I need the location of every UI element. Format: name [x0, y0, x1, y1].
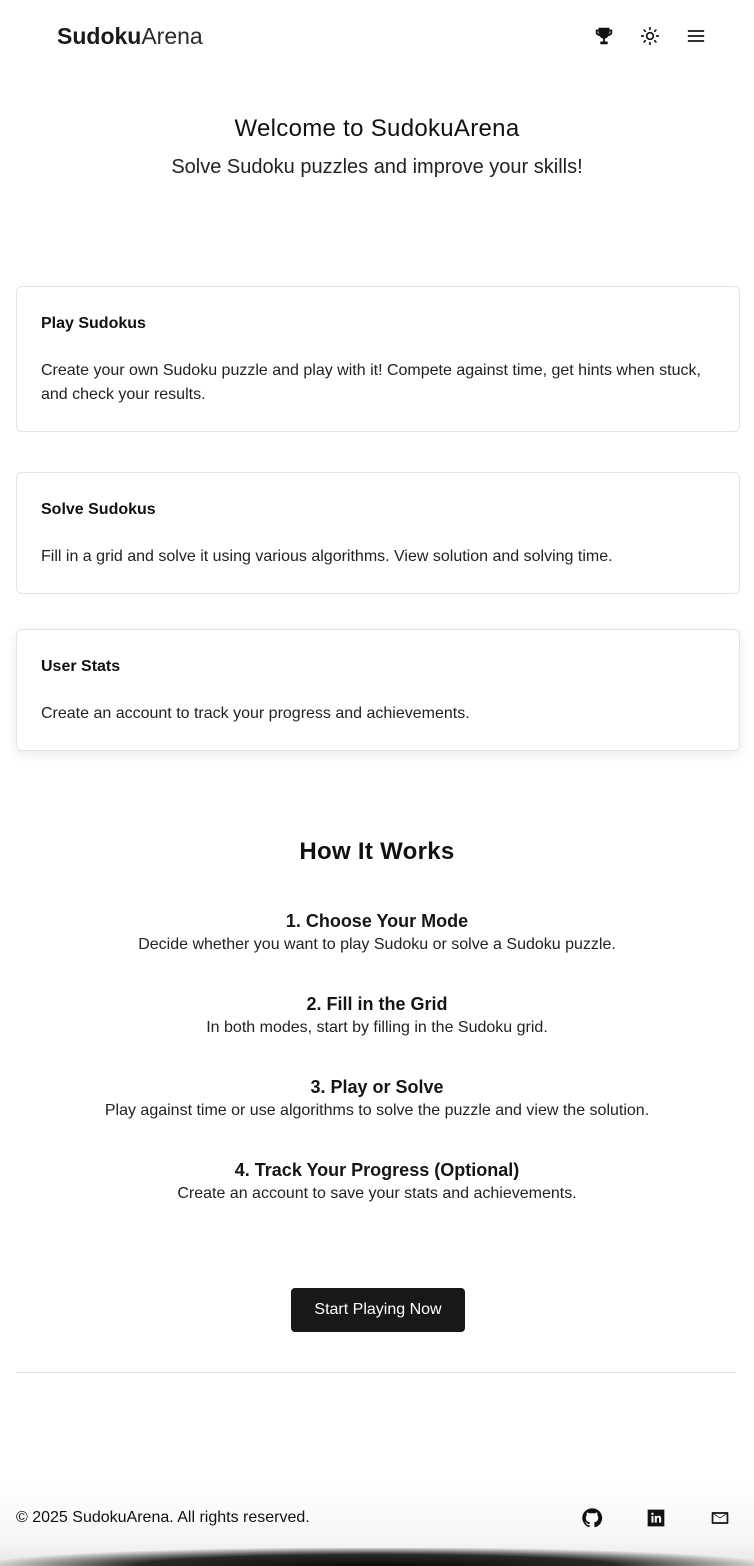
linkedin-link[interactable] — [644, 1506, 668, 1530]
hero-title: Welcome to SudokuArena — [234, 115, 520, 142]
linkedin-icon — [647, 1509, 665, 1527]
copyright-text: © 2025 SudokuArena. All rights reserved. — [16, 1509, 310, 1526]
sun-icon — [640, 26, 660, 46]
menu-icon — [687, 30, 705, 42]
menu-button[interactable] — [682, 22, 710, 50]
divider — [16, 1372, 736, 1373]
step-3: 3. Play or Solve Play against time or us… — [0, 1075, 754, 1122]
card-title: User Stats — [41, 658, 121, 675]
site-header: SudokuArena — [0, 0, 754, 72]
leaderboard-button[interactable] — [590, 22, 618, 50]
card-description: Fill in a grid and solve it using variou… — [41, 548, 613, 565]
step-title: 1. Choose Your Mode — [285, 911, 469, 931]
step-description: Play against time or use algorithms to s… — [104, 1102, 650, 1119]
card-title: Play Sudokus — [41, 315, 146, 332]
start-playing-button[interactable]: Start Playing Now — [291, 1288, 465, 1332]
email-link[interactable] — [708, 1506, 732, 1530]
logo[interactable]: SudokuArena — [57, 22, 203, 50]
footer-shadow — [0, 1548, 754, 1566]
card-play-sudokus[interactable]: Play Sudokus Create your own Sudoku puzz… — [16, 286, 740, 432]
logo-bold: Sudoku — [57, 23, 142, 49]
step-description: Decide whether you want to play Sudoku o… — [138, 936, 616, 953]
step-1: 1. Choose Your Mode Decide whether you w… — [0, 909, 754, 956]
mail-icon — [711, 1512, 729, 1524]
github-link[interactable] — [580, 1506, 604, 1530]
step-description: Create an account to save your stats and… — [177, 1185, 577, 1202]
step-title: 4. Track Your Progress (Optional) — [234, 1160, 520, 1180]
card-description: Create an account to track your progress… — [41, 705, 470, 722]
card-user-stats[interactable]: User Stats Create an account to track yo… — [16, 629, 740, 751]
step-description: In both modes, start by filling in the S… — [206, 1019, 548, 1036]
step-4: 4. Track Your Progress (Optional) Create… — [0, 1158, 754, 1205]
step-title: 3. Play or Solve — [310, 1077, 444, 1097]
logo-light: Arena — [141, 23, 203, 49]
theme-toggle-button[interactable] — [636, 22, 664, 50]
card-title: Solve Sudokus — [41, 501, 156, 518]
trophy-icon — [595, 27, 613, 45]
how-it-works-title: How It Works — [299, 838, 455, 865]
step-title: 2. Fill in the Grid — [306, 994, 448, 1014]
github-icon — [582, 1508, 603, 1528]
step-2: 2. Fill in the Grid In both modes, start… — [0, 992, 754, 1039]
card-solve-sudokus[interactable]: Solve Sudokus Fill in a grid and solve i… — [16, 472, 740, 594]
card-description: Create your own Sudoku puzzle and play w… — [41, 362, 701, 403]
hero-subtitle: Solve Sudoku puzzles and improve your sk… — [171, 156, 583, 178]
